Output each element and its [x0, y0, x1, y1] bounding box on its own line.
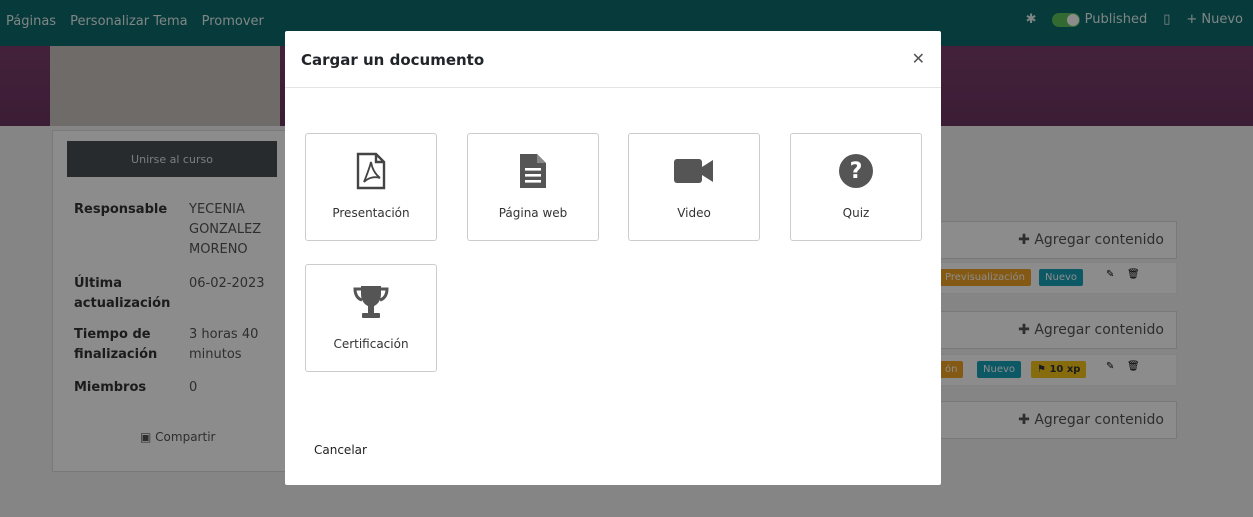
option-certification[interactable]: Certificación [305, 264, 437, 372]
close-icon[interactable]: ✕ [912, 49, 925, 68]
modal-header: Cargar un documento ✕ [285, 31, 941, 88]
modal-title: Cargar un documento [301, 51, 485, 69]
option-web-page[interactable]: Página web [467, 133, 599, 241]
svg-text:?: ? [850, 159, 863, 184]
file-pdf-icon [306, 152, 436, 192]
question-circle-icon: ? [791, 152, 921, 192]
option-presentation[interactable]: Presentación [305, 133, 437, 241]
option-label: Certificación [333, 337, 409, 351]
option-label: Quiz [842, 206, 870, 220]
trophy-icon [306, 283, 436, 323]
option-label: Página web [498, 206, 568, 220]
option-label: Presentación [332, 206, 410, 220]
cancel-button[interactable]: Cancelar [314, 443, 367, 457]
file-text-icon [468, 152, 598, 192]
upload-document-modal: Cargar un documento ✕ Presentación Págin… [285, 31, 941, 485]
option-quiz[interactable]: ? Quiz [790, 133, 922, 241]
option-video[interactable]: Video [628, 133, 760, 241]
video-camera-icon [629, 152, 759, 192]
option-label: Video [677, 206, 711, 220]
